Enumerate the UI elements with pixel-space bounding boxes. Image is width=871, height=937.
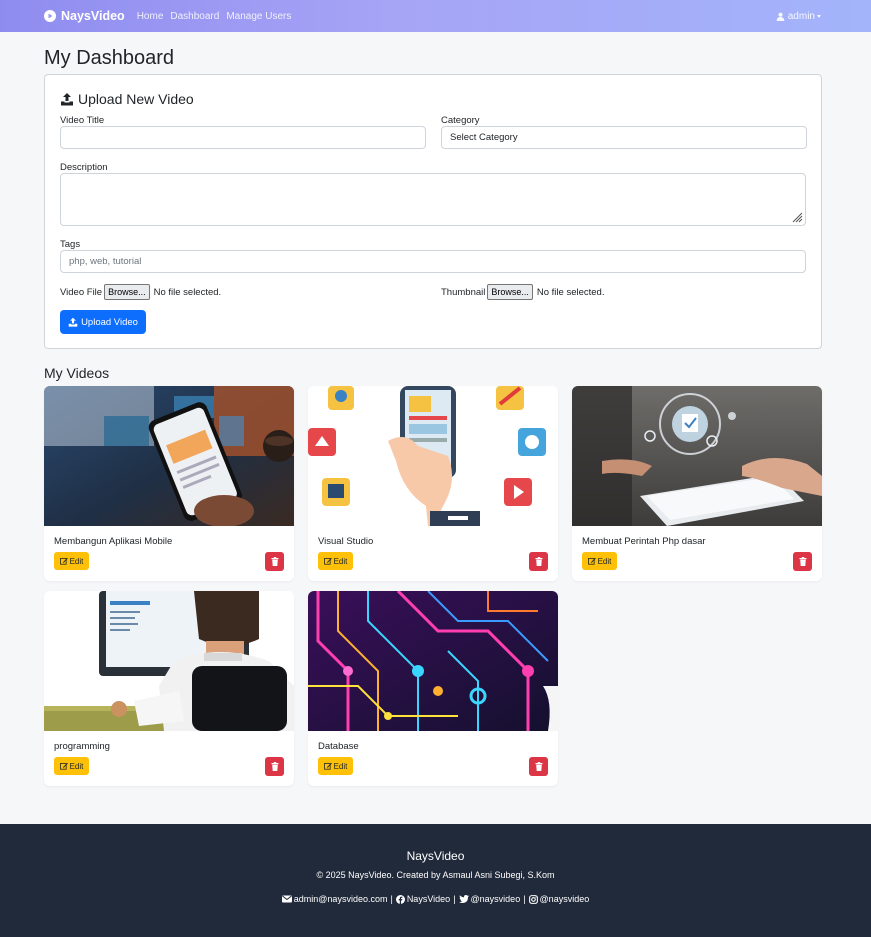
trash-icon xyxy=(271,557,278,566)
edit-icon xyxy=(587,557,596,565)
trash-icon xyxy=(535,762,542,771)
footer-instagram-link[interactable]: @naysvideo xyxy=(528,894,590,904)
page-title: My Dashboard xyxy=(44,47,175,69)
video-card: Database Edit xyxy=(308,591,558,786)
my-videos-title: My Videos xyxy=(44,365,110,381)
footer-email-text: admin@naysvideo.com xyxy=(293,894,388,904)
edit-label: Edit xyxy=(69,556,84,566)
video-title-input[interactable] xyxy=(60,126,426,149)
thumbnail-label: Thumbnail xyxy=(441,286,486,298)
upload-icon xyxy=(61,93,73,106)
trash-icon xyxy=(535,557,542,566)
nav-manage-users[interactable]: Manage Users xyxy=(226,11,291,22)
video-title: Database xyxy=(318,741,359,752)
video-file-label: Video File xyxy=(60,286,103,298)
description-label: Description xyxy=(60,162,108,173)
delete-button[interactable] xyxy=(529,757,548,776)
upload-heading-text: Upload New Video xyxy=(78,91,194,107)
video-thumbnail[interactable] xyxy=(44,591,294,731)
edit-label: Edit xyxy=(333,761,348,771)
navbar: NaysVideo Home Dashboard Manage Users ad… xyxy=(0,0,871,32)
video-card: Membangun Aplikasi Mobile Edit xyxy=(44,386,294,581)
nav-dashboard[interactable]: Dashboard xyxy=(170,11,219,22)
category-select[interactable]: Select Category xyxy=(441,126,807,149)
video-thumbnail[interactable] xyxy=(308,591,558,731)
play-circle-icon xyxy=(44,10,56,22)
video-thumbnail[interactable] xyxy=(44,386,294,526)
video-title: Visual Studio xyxy=(318,536,374,547)
footer: NaysVideo © 2025 NaysVideo. Created by A… xyxy=(0,824,871,937)
trash-icon xyxy=(799,557,806,566)
delete-button[interactable] xyxy=(529,552,548,571)
tags-label: Tags xyxy=(60,239,81,250)
footer-facebook-text: NaysVideo xyxy=(406,894,451,904)
video-file-status: No file selected. xyxy=(153,286,222,298)
delete-button[interactable] xyxy=(793,552,812,571)
facebook-icon xyxy=(395,894,405,904)
edit-icon xyxy=(59,557,68,565)
video-title-label: Video Title xyxy=(60,115,105,126)
footer-links: admin@naysvideo.com | NaysVideo | @naysv… xyxy=(0,894,871,904)
tags-input[interactable]: php, web, tutorial xyxy=(60,250,806,273)
edit-label: Edit xyxy=(597,556,612,566)
edit-icon xyxy=(59,762,68,770)
footer-twitter-text: @naysvideo xyxy=(470,894,521,904)
video-file-browse-button[interactable]: Browse... xyxy=(104,284,150,300)
video-card: Visual Studio Edit xyxy=(308,386,558,581)
brand-name: NaysVideo xyxy=(61,9,125,23)
user-icon xyxy=(776,12,785,21)
delete-button[interactable] xyxy=(265,552,284,571)
upload-video-label: Upload Video xyxy=(81,316,138,328)
edit-label: Edit xyxy=(69,761,84,771)
video-title: Membangun Aplikasi Mobile xyxy=(54,536,173,547)
instagram-icon xyxy=(528,894,538,904)
footer-brand: NaysVideo xyxy=(406,849,465,863)
user-name: admin xyxy=(787,10,815,22)
video-file-row: Video File Browse... No file selected. xyxy=(60,284,221,300)
edit-button[interactable]: Edit xyxy=(582,552,617,570)
user-menu[interactable]: admin xyxy=(776,11,821,22)
video-thumbnail[interactable] xyxy=(308,386,558,526)
footer-copyright: © 2025 NaysVideo. Created by Asmaul Asni… xyxy=(316,870,555,880)
edit-icon xyxy=(323,557,332,565)
caret-down-icon xyxy=(817,14,821,18)
edit-label: Edit xyxy=(333,556,348,566)
thumbnail-file-row: Thumbnail Browse... No file selected. xyxy=(441,284,604,300)
resize-handle-icon[interactable] xyxy=(791,211,803,223)
video-thumbnail[interactable] xyxy=(572,386,822,526)
description-textarea[interactable] xyxy=(60,173,806,226)
upload-heading: Upload New Video xyxy=(60,91,194,107)
twitter-icon xyxy=(458,895,469,903)
delete-button[interactable] xyxy=(265,757,284,776)
edit-button[interactable]: Edit xyxy=(318,757,353,775)
edit-button[interactable]: Edit xyxy=(318,552,353,570)
footer-twitter-link[interactable]: @naysvideo xyxy=(458,894,521,904)
edit-button[interactable]: Edit xyxy=(54,552,89,570)
video-card: programming Edit xyxy=(44,591,294,786)
trash-icon xyxy=(271,762,278,771)
edit-icon xyxy=(323,762,332,770)
video-title: programming xyxy=(54,741,110,752)
upload-video-button[interactable]: Upload Video xyxy=(60,310,146,334)
edit-button[interactable]: Edit xyxy=(54,757,89,775)
thumbnail-browse-button[interactable]: Browse... xyxy=(487,284,533,300)
brand-link[interactable]: NaysVideo xyxy=(44,9,125,23)
video-title: Membuat Perintah Php dasar xyxy=(582,536,706,547)
footer-facebook-link[interactable]: NaysVideo xyxy=(395,894,451,904)
footer-instagram-text: @naysvideo xyxy=(539,894,590,904)
thumbnail-file-status: No file selected. xyxy=(536,286,605,298)
footer-email-link[interactable]: admin@naysvideo.com xyxy=(281,894,388,904)
nav-home[interactable]: Home xyxy=(137,11,164,22)
video-card: Membuat Perintah Php dasar Edit xyxy=(572,386,822,581)
envelope-icon xyxy=(281,895,292,903)
upload-form-card: Upload New Video Video Title Category Se… xyxy=(44,74,822,349)
category-label: Category xyxy=(441,115,480,126)
upload-icon xyxy=(68,317,78,327)
